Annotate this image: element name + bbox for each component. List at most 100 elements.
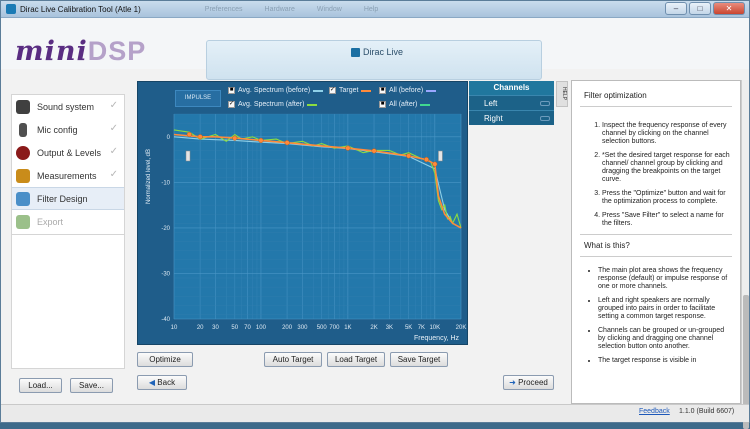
divider — [580, 234, 732, 235]
x-tick-label: 7K — [418, 325, 425, 331]
x-tick-label: 500 — [317, 325, 328, 331]
measurement-icon — [16, 168, 30, 183]
x-tick-label: 300 — [297, 325, 308, 331]
x-tick-label: 10 — [171, 325, 178, 331]
x-tick-label: 70 — [244, 325, 251, 331]
load-target-button[interactable]: Load Target — [327, 352, 385, 367]
channel-left[interactable]: Left — [469, 95, 554, 110]
x-tick-label: 20 — [197, 325, 204, 331]
maximize-button[interactable]: □ — [689, 2, 711, 15]
dirac-icon — [351, 47, 360, 57]
sidebar-item-label: Measurements — [37, 170, 97, 181]
title-bar[interactable]: Dirac Live Calibration Tool (Atle 1) Pre… — [1, 1, 749, 18]
check-icon: ✓ — [109, 123, 118, 134]
target-breakpoint — [406, 153, 412, 159]
menu-preferences[interactable]: Preferences — [205, 6, 243, 13]
output-levels-icon — [16, 145, 30, 160]
dirac-banner: Dirac Live — [206, 40, 542, 80]
target-breakpoint — [232, 135, 238, 141]
sidebar-panel — [11, 235, 125, 369]
auto-target-button[interactable]: Auto Target — [264, 352, 322, 367]
export-icon — [16, 214, 30, 229]
minidsp-logo: miniDSP — [15, 36, 146, 67]
optimize-button[interactable]: Optimize — [137, 352, 193, 367]
dirac-badge: Dirac Live — [351, 47, 403, 57]
sidebar-item-label: Export — [37, 216, 64, 227]
x-tick-label: 100 — [256, 325, 267, 331]
help-scrollbar[interactable] — [741, 80, 749, 429]
y-tick-label: -40 — [161, 317, 170, 323]
help-step: Press the "Optimize" button and wait for… — [602, 190, 732, 206]
proceed-arrow-icon: ➜ — [509, 378, 519, 387]
back-label: Back — [157, 378, 176, 387]
menu-hardware[interactable]: Hardware — [265, 6, 295, 13]
x-tick-label: 2K — [370, 325, 377, 331]
channel-label: Left — [484, 99, 498, 108]
x-axis-label: Frequency, Hz — [414, 335, 459, 342]
sidebar-item-label: Mic config — [37, 124, 78, 135]
x-tick-label: 700 — [329, 325, 340, 331]
sidebar-item-mic-config[interactable]: Mic config ✓ — [12, 118, 124, 141]
sidebar: Sound system ✓ Mic config ✓ Output & Level… — [11, 94, 125, 235]
sidebar-item-sound-system[interactable]: Sound system ✓ — [12, 95, 124, 118]
group-toggle-icon[interactable] — [540, 101, 550, 106]
filter-design-icon — [16, 191, 30, 206]
y-axis-label: Normalized level, dB — [146, 149, 152, 204]
group-toggle-icon[interactable] — [540, 116, 550, 121]
save-target-button[interactable]: Save Target — [390, 352, 448, 367]
help-step: *Set the desired target response for eac… — [602, 152, 732, 184]
x-tick-label: 50 — [231, 325, 238, 331]
target-breakpoint — [432, 161, 438, 167]
menu-window[interactable]: Window — [317, 6, 342, 13]
header: miniDSP Dirac Live — [1, 18, 749, 80]
channels-panel: Channels Left Right — [469, 81, 554, 127]
x-tick-label: 5K — [405, 325, 412, 331]
plot-area[interactable]: IMPULSE ■ Avg. Spectrum (before) ✓ Target … — [137, 81, 468, 345]
channel-label: Right — [484, 114, 503, 123]
x-tick-label: 20K — [456, 325, 467, 331]
sidebar-item-measurements[interactable]: Measurements ✓ — [12, 164, 124, 187]
help-steps: Inspect the frequency response of every … — [602, 122, 732, 228]
channel-right[interactable]: Right — [469, 110, 554, 125]
back-button[interactable]: ◀ Back — [137, 375, 187, 390]
sidebar-item-output-levels[interactable]: Output & Levels ✓ — [12, 141, 124, 164]
y-tick-label: -20 — [161, 226, 170, 232]
help-bullet: Channels can be grouped or un-grouped by… — [598, 327, 732, 351]
check-icon: ✓ — [109, 146, 118, 157]
x-tick-label: 10K — [429, 325, 440, 331]
target-breakpoint — [258, 137, 264, 143]
target-breakpoint — [186, 131, 192, 138]
frequency-chart[interactable]: 10 20 30 50 70 100 200 300 500 700 1K 2K 3K 5K 7K 10K 20… — [138, 82, 469, 346]
x-tick-label: 200 — [282, 325, 293, 331]
check-icon: ✓ — [109, 100, 118, 111]
microphone-icon — [19, 122, 27, 137]
help-title: Filter optimization — [584, 91, 647, 100]
feedback-link[interactable]: Feedback — [639, 408, 670, 415]
sidebar-item-export[interactable]: Export — [12, 210, 124, 233]
help-tab[interactable]: HELP — [556, 81, 568, 107]
help-step: Inspect the frequency response of every … — [602, 122, 732, 146]
proceed-button[interactable]: ➜ Proceed — [503, 375, 554, 390]
window-title: Dirac Live Calibration Tool (Atle 1) — [20, 4, 141, 14]
menu-help[interactable]: Help — [364, 6, 378, 13]
y-tick-label: 0 — [167, 135, 171, 141]
app-window: Dirac Live Calibration Tool (Atle 1) Pre… — [0, 0, 750, 429]
speaker-icon — [16, 99, 30, 114]
sidebar-item-filter-design[interactable]: Filter Design — [12, 187, 124, 210]
target-breakpoint — [197, 134, 203, 140]
minimize-button[interactable]: – — [665, 2, 687, 15]
save-button[interactable]: Save... — [70, 378, 113, 393]
target-breakpoint — [423, 157, 429, 163]
close-button[interactable]: ✕ — [713, 2, 745, 15]
dirac-label: Dirac Live — [363, 47, 404, 57]
logo-main: mini — [15, 36, 88, 67]
logo-sub: DSP — [87, 36, 147, 66]
check-icon: ✓ — [109, 169, 118, 180]
help-bullet: Left and right speakers are normally gro… — [598, 297, 732, 321]
load-button[interactable]: Load... — [19, 378, 62, 393]
help-step: Press "Save Filter" to select a name for… — [602, 212, 732, 228]
window-controls: – □ ✕ — [665, 2, 745, 15]
version-label: 1.1.0 (Build 6607) — [679, 408, 735, 415]
help-bullet: The main plot area shows the frequency r… — [598, 267, 732, 291]
sidebar-item-label: Sound system — [37, 101, 95, 112]
